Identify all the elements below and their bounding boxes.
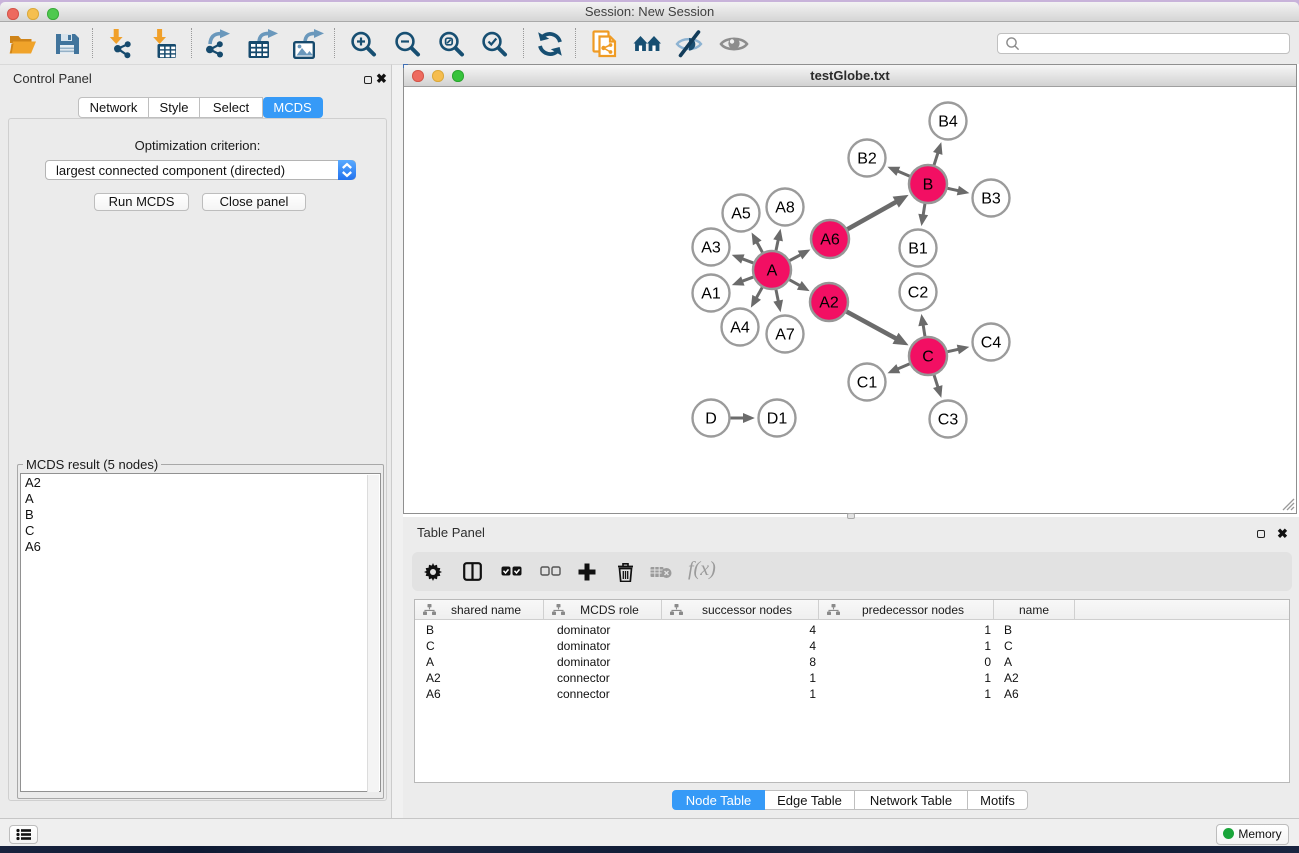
svg-text:B1: B1 <box>908 241 928 258</box>
svg-text:C2: C2 <box>908 285 929 302</box>
svg-text:C: C <box>922 349 934 366</box>
svg-text:D: D <box>705 411 717 428</box>
svg-text:C4: C4 <box>981 335 1002 352</box>
svg-text:B2: B2 <box>857 151 877 168</box>
svg-text:A: A <box>767 263 778 280</box>
svg-text:B4: B4 <box>938 114 958 131</box>
svg-text:C3: C3 <box>938 412 959 429</box>
svg-text:A7: A7 <box>775 327 795 344</box>
svg-text:A1: A1 <box>701 286 721 303</box>
svg-text:A8: A8 <box>775 200 795 217</box>
svg-text:B3: B3 <box>981 191 1001 208</box>
svg-text:A6: A6 <box>820 232 840 249</box>
svg-text:C1: C1 <box>857 375 878 392</box>
svg-text:A2: A2 <box>819 295 839 312</box>
svg-text:A5: A5 <box>731 206 751 223</box>
svg-text:D1: D1 <box>767 411 788 428</box>
svg-text:A4: A4 <box>730 320 750 337</box>
svg-text:B: B <box>923 177 934 194</box>
svg-text:A3: A3 <box>701 240 721 257</box>
